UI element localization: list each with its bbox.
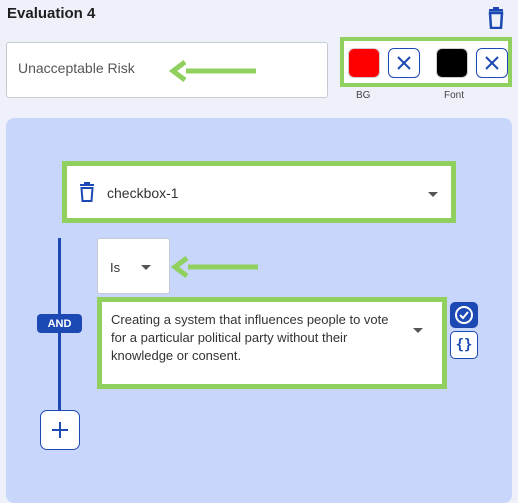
arrow-left-icon [168, 60, 256, 82]
trash-icon[interactable] [486, 7, 506, 29]
condition-value-select[interactable]: Creating a system that influences people… [97, 297, 447, 389]
logic-and-badge[interactable]: AND [37, 314, 82, 333]
evaluation-title: Evaluation 4 [7, 5, 96, 22]
caret-down-icon [141, 265, 151, 270]
condition-value-text: Creating a system that influences people… [111, 312, 389, 363]
check-circle-icon [455, 306, 473, 324]
plus-icon [52, 422, 68, 438]
confirm-button[interactable] [450, 302, 478, 328]
arrow-left-icon [170, 256, 258, 278]
operator-select[interactable]: Is [97, 238, 170, 294]
close-icon [485, 56, 499, 70]
curly-braces-icon: {} [455, 337, 473, 353]
bg-label: BG [356, 90, 371, 101]
color-controls [340, 37, 512, 87]
clear-bg-button[interactable] [388, 48, 420, 78]
font-color-swatch[interactable] [436, 48, 468, 78]
close-icon [397, 56, 411, 70]
operator-value: Is [110, 260, 121, 275]
clear-font-button[interactable] [476, 48, 508, 78]
code-mode-button[interactable]: {} [450, 331, 478, 359]
condition-field-select[interactable]: checkbox-1 [62, 161, 456, 223]
bg-color-swatch[interactable] [348, 48, 380, 78]
add-condition-button[interactable] [40, 410, 80, 450]
condition-field-value: checkbox-1 [107, 185, 179, 201]
evaluation-label-input[interactable] [18, 60, 168, 76]
caret-down-icon [413, 328, 423, 333]
evaluation-label-field[interactable] [6, 42, 328, 98]
caret-down-icon [428, 192, 438, 197]
trash-icon[interactable] [79, 182, 95, 202]
font-label: Font [444, 90, 465, 101]
